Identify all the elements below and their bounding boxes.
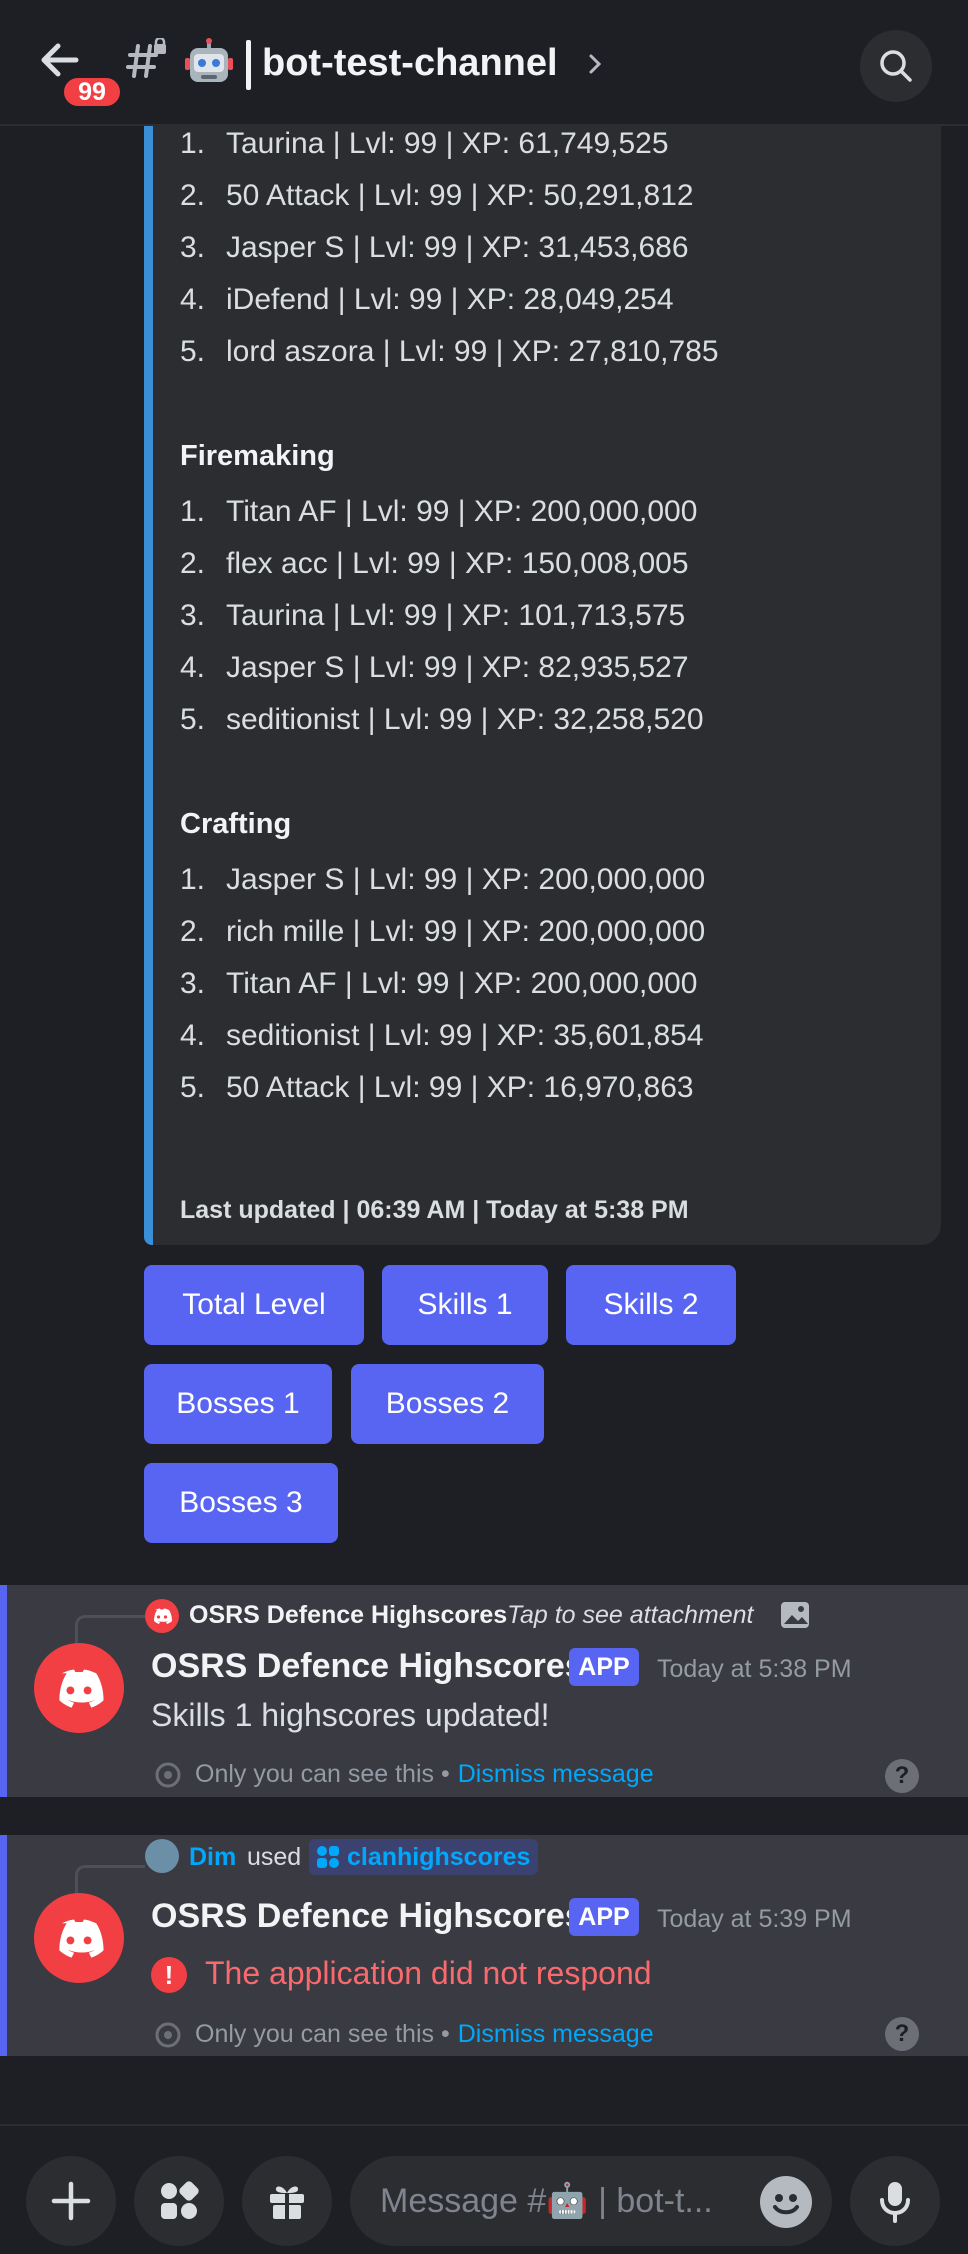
list-item: 2. rich mille | Lvl: 99 | XP: 200,000,000 [180, 915, 706, 948]
apps-button[interactable] [134, 2156, 224, 2246]
message-content: Skills 1 highscores updated! [151, 1697, 550, 1733]
eye-icon [155, 1762, 181, 1787]
author-name[interactable]: OSRS Defence Highscores [151, 1897, 584, 1936]
help-icon[interactable]: ? [885, 1759, 919, 1793]
apps-icon [161, 2181, 199, 2219]
list-item: 1. Titan AF | Lvl: 99 | XP: 200,000,000 [180, 495, 698, 528]
message-input-placeholder: Message #🤖 | bot-t... [380, 2182, 713, 2220]
list-item: 3. Taurina | Lvl: 99 | XP: 101,713,575 [180, 599, 686, 632]
bosses-2-button[interactable]: Bosses 2 [351, 1364, 544, 1444]
list-item: 2. flex acc | Lvl: 99 | XP: 150,008,005 [180, 547, 689, 580]
ephemeral-note: Only you can see this • Dismiss message [151, 2020, 654, 2049]
robot-emoji-icon [184, 38, 234, 88]
list-item: 4. seditionist | Lvl: 99 | XP: 35,601,854 [180, 1019, 704, 1052]
ephemeral-message: Dim used clanhighscores OSRS Defence Hig… [0, 1835, 968, 2056]
slash-command-pill[interactable]: clanhighscores [309, 1839, 539, 1875]
plus-icon [51, 2181, 91, 2221]
voice-message-button[interactable] [850, 2156, 940, 2246]
discord-logo-icon [59, 1669, 104, 1708]
list-item: 1. Jasper S | Lvl: 99 | XP: 200,000,000 [180, 863, 706, 896]
user-avatar-small[interactable] [145, 1839, 179, 1873]
discord-logo-icon [145, 1599, 179, 1633]
list-item: 3. Titan AF | Lvl: 99 | XP: 200,000,000 [180, 967, 698, 1000]
command-name: clanhighscores [347, 1842, 531, 1871]
eye-icon [155, 2022, 181, 2047]
ephemeral-message: OSRS Defence Highscores Tap to see attac… [0, 1585, 968, 1797]
section-heading-firemaking: Firemaking [180, 440, 335, 472]
app-command-icon [317, 1846, 339, 1868]
list-item: 2. 50 Attack | Lvl: 99 | XP: 50,291,812 [180, 179, 694, 212]
reply-user[interactable]: Dim [189, 1843, 236, 1872]
list-item: 5. 50 Attack | Lvl: 99 | XP: 16,970,863 [180, 1071, 694, 1104]
chevron-right-icon[interactable] [586, 52, 604, 81]
help-icon[interactable]: ? [885, 2017, 919, 2051]
list-item: 3. Jasper S | Lvl: 99 | XP: 31,453,686 [180, 231, 689, 264]
message-input[interactable]: Message #🤖 | bot-t... [350, 2156, 832, 2246]
ephemeral-text: Only you can see this • [195, 2020, 450, 2048]
search-button[interactable] [860, 30, 932, 102]
bosses-3-button[interactable]: Bosses 3 [144, 1463, 338, 1543]
list-item: 1. Taurina | Lvl: 99 | XP: 61,749,525 [180, 127, 669, 160]
list-item: 4. Jasper S | Lvl: 99 | XP: 82,935,527 [180, 651, 689, 684]
app-tag: APP [569, 1898, 639, 1936]
error-message: The application did not respond [205, 1955, 652, 1991]
discord-logo-icon [59, 1919, 104, 1958]
search-icon [880, 50, 912, 82]
unread-badge: 99 [60, 74, 124, 110]
bosses-1-button[interactable]: Bosses 1 [144, 1364, 332, 1444]
emoji-icon[interactable] [760, 2176, 812, 2228]
error-icon: ! [151, 1957, 187, 1993]
gift-icon [270, 2186, 304, 2219]
dismiss-message-link[interactable]: Dismiss message [458, 1760, 654, 1789]
reply-used-text: used [247, 1843, 302, 1871]
hash-lock-icon [126, 36, 170, 82]
skills-1-button[interactable]: Skills 1 [382, 1265, 548, 1345]
total-level-button[interactable]: Total Level [144, 1265, 364, 1345]
list-item: 4. iDefend | Lvl: 99 | XP: 28,049,254 [180, 283, 674, 316]
ephemeral-note: Only you can see this • Dismiss message [151, 1760, 654, 1789]
dismiss-message-link[interactable]: Dismiss message [458, 2020, 654, 2049]
ephemeral-text: Only you can see this • [195, 1760, 450, 1788]
composer-bar: Message #🤖 | bot-t... [0, 2124, 968, 2254]
timestamp: Today at 5:39 PM [657, 1905, 852, 1933]
bot-avatar[interactable] [34, 1893, 124, 1983]
app-tag: APP [569, 1648, 639, 1686]
skills-2-button[interactable]: Skills 2 [566, 1265, 736, 1345]
title-separator [246, 40, 251, 90]
channel-title[interactable]: bot-test-channel [262, 42, 558, 85]
image-icon [779, 1599, 811, 1636]
list-item: 5. lord aszora | Lvl: 99 | XP: 27,810,785 [180, 335, 719, 368]
gift-button[interactable] [242, 2156, 332, 2246]
reply-preview-text[interactable]: Tap to see attachment [507, 1601, 753, 1630]
reply-author[interactable]: OSRS Defence Highscores [189, 1601, 507, 1630]
reply-connector [75, 1615, 145, 1645]
embed-footer: Last updated | 06:39 AM | Today at 5:38 … [180, 1196, 689, 1224]
list-item: 5. seditionist | Lvl: 99 | XP: 32,258,520 [180, 703, 704, 736]
author-name[interactable]: OSRS Defence Highscores [151, 1647, 584, 1686]
section-heading-crafting: Crafting [180, 808, 292, 840]
bot-avatar[interactable] [34, 1643, 124, 1733]
reply-connector [75, 1865, 145, 1895]
add-attachment-button[interactable] [26, 2156, 116, 2246]
channel-header: 99 bot-test-channel [0, 0, 968, 126]
microphone-icon [880, 2182, 910, 2223]
timestamp: Today at 5:38 PM [657, 1655, 852, 1683]
